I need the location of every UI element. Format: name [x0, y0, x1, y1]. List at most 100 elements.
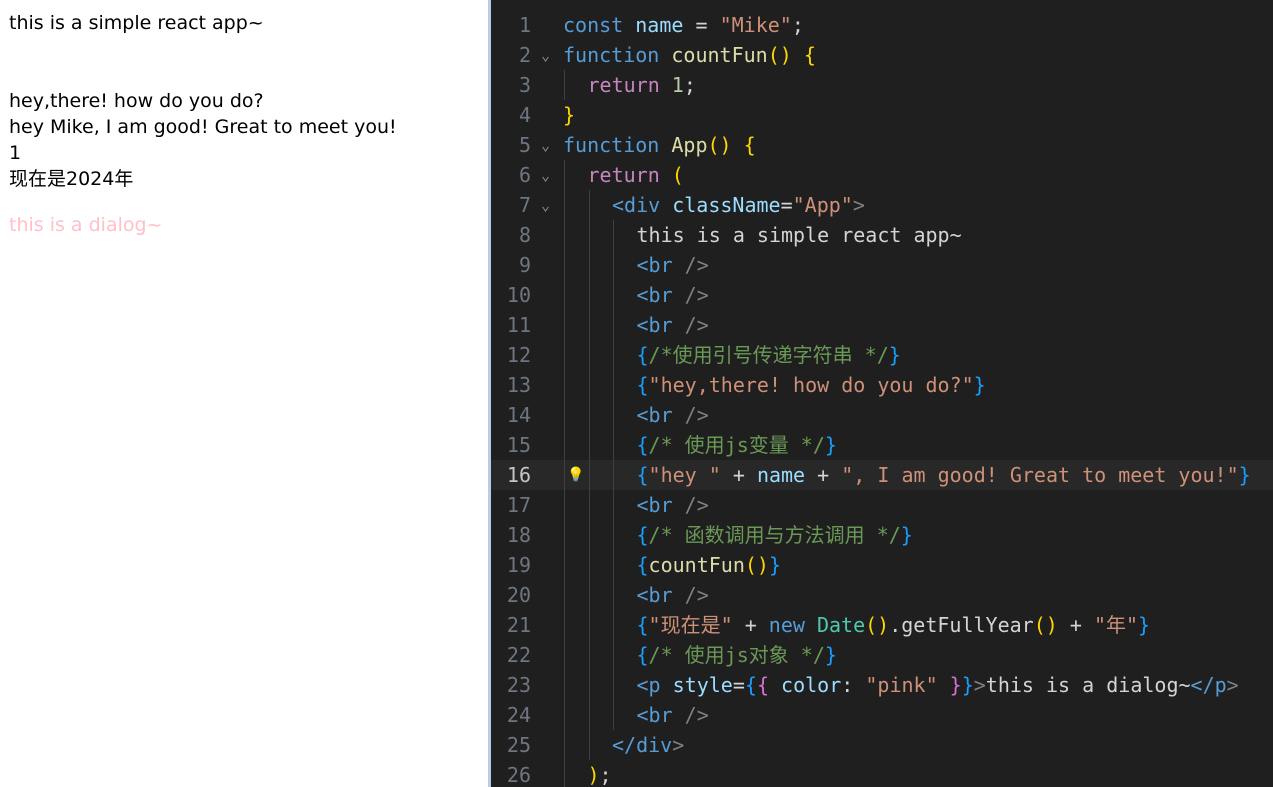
lightbulb-icon[interactable]: 💡	[567, 460, 584, 490]
indent-guide	[613, 580, 614, 610]
indent-guide	[564, 700, 565, 730]
line-number: 1	[518, 13, 531, 37]
code-line[interactable]: 14 <br />	[491, 400, 1273, 430]
code-line[interactable]: 19 {countFun()}	[491, 550, 1273, 580]
indent-guide	[564, 580, 565, 610]
indent-guide	[613, 670, 614, 700]
line-number: 11	[506, 313, 531, 337]
code-line[interactable]: 5 ⌄ function App() {	[491, 130, 1273, 160]
code-text: }	[563, 103, 576, 127]
code-line[interactable]: 10 <br />	[491, 280, 1273, 310]
line-number: 24	[506, 703, 531, 727]
code-text: <br />	[636, 583, 709, 607]
indent-guide	[564, 250, 565, 280]
indent-guide	[588, 280, 590, 310]
line-number: 4	[518, 103, 531, 127]
indent-guide	[588, 220, 590, 250]
indent-guide	[564, 310, 565, 340]
indent-guide	[588, 580, 590, 610]
code-text: function App() {	[563, 133, 756, 157]
code-text: return 1;	[587, 73, 696, 97]
code-line[interactable]: 7 ⌄ <div className="App">	[491, 190, 1273, 220]
code-text: <br />	[636, 313, 709, 337]
indent-guide	[564, 220, 565, 250]
indent-guide	[588, 520, 590, 550]
indent-guide	[564, 190, 565, 220]
indent-guide	[564, 460, 565, 490]
code-line[interactable]: 2 ⌄ function countFun() {	[491, 40, 1273, 70]
code-line[interactable]: 15 {/* 使用js变量 */}	[491, 430, 1273, 460]
code-line[interactable]: 18 {/* 函数调用与方法调用 */}	[491, 520, 1273, 550]
code-text: {"现在是" + new Date().getFullYear() + "年"}	[636, 613, 1151, 637]
fold-chevron-icon[interactable]: ⌄	[541, 160, 550, 190]
code-line[interactable]: 8 this is a simple react app~	[491, 220, 1273, 250]
code-text: function countFun() {	[563, 43, 816, 67]
code-text: );	[587, 763, 612, 787]
indent-guide	[564, 400, 565, 430]
code-line[interactable]: 1 const name = "Mike";	[491, 10, 1273, 40]
indent-guide	[564, 550, 565, 580]
indent-guide	[613, 310, 614, 340]
code-text: {/* 函数调用与方法调用 */}	[636, 523, 913, 547]
indent-guide	[613, 460, 614, 490]
preview-text-year: 现在是2024年	[9, 168, 134, 190]
indent-guide	[613, 340, 614, 370]
code-line[interactable]: 12 {/*使用引号传递字符串 */}	[491, 340, 1273, 370]
fold-chevron-icon[interactable]: ⌄	[541, 190, 550, 220]
fold-chevron-icon[interactable]: ⌄	[541, 130, 550, 160]
indent-guide	[588, 310, 590, 340]
line-number: 15	[506, 433, 531, 457]
indent-guide	[564, 430, 565, 460]
code-text: const name = "Mike";	[563, 13, 804, 37]
code-editor[interactable]: 1 const name = "Mike"; 2 ⌄ function countFun…	[491, 0, 1273, 787]
code-line[interactable]: 11 <br />	[491, 310, 1273, 340]
line-number: 9	[518, 253, 531, 277]
code-text: <div className="App">	[612, 193, 865, 217]
code-line[interactable]: 17 <br />	[491, 490, 1273, 520]
code-text: <br />	[636, 403, 709, 427]
indent-guide	[588, 550, 590, 580]
code-line[interactable]: 3 return 1;	[491, 70, 1273, 100]
indent-guide	[564, 490, 565, 520]
code-line[interactable]: 6 ⌄ return (	[491, 160, 1273, 190]
indent-guide	[613, 550, 614, 580]
line-number: 12	[506, 343, 531, 367]
preview-text-greeting: hey,there! how do you do?	[9, 90, 264, 112]
code-line[interactable]: 21 {"现在是" + new Date().getFullYear() + "年…	[491, 610, 1273, 640]
code-line[interactable]: 23 <p style={{ color: "pink" }}>this is a…	[491, 670, 1273, 700]
code-text: return (	[587, 163, 684, 187]
indent-guide	[588, 250, 590, 280]
indent-guide	[613, 280, 614, 310]
indent-guide	[564, 340, 565, 370]
indent-guide	[588, 730, 590, 760]
indent-guide	[613, 250, 614, 280]
indent-guide	[564, 370, 565, 400]
fold-chevron-icon[interactable]: ⌄	[541, 40, 550, 70]
indent-guide	[613, 490, 614, 520]
code-line[interactable]: 13 {"hey,there! how do you do?"}	[491, 370, 1273, 400]
indent-guide	[588, 670, 590, 700]
code-text: {/* 使用js对象 */}	[636, 643, 837, 667]
code-line[interactable]: 4}	[491, 100, 1273, 130]
code-text: {countFun()}	[636, 553, 782, 577]
indent-guide	[588, 430, 590, 460]
code-line[interactable]: 16 💡 {"hey " + name + ", I am good! Great …	[491, 460, 1273, 490]
code-line[interactable]: 22 {/* 使用js对象 */}	[491, 640, 1273, 670]
code-text: </div>	[612, 733, 685, 757]
code-line[interactable]: 20 <br />	[491, 580, 1273, 610]
code-line[interactable]: 24 <br />	[491, 700, 1273, 730]
code-line[interactable]: 25 </div>	[491, 730, 1273, 760]
line-number: 7	[518, 193, 531, 217]
indent-guide	[588, 460, 590, 490]
line-number: 3	[518, 73, 531, 97]
indent-guide	[588, 340, 590, 370]
preview-text-reply: hey Mike, I am good! Great to meet you!	[9, 116, 397, 138]
indent-guide	[613, 610, 614, 640]
code-line[interactable]: 26);	[491, 760, 1273, 787]
code-line[interactable]: 9 <br />	[491, 250, 1273, 280]
line-number: 18	[506, 523, 531, 547]
indent-guide	[564, 70, 565, 100]
indent-guide	[588, 370, 590, 400]
indent-guide	[613, 220, 614, 250]
line-number: 2	[518, 43, 531, 67]
